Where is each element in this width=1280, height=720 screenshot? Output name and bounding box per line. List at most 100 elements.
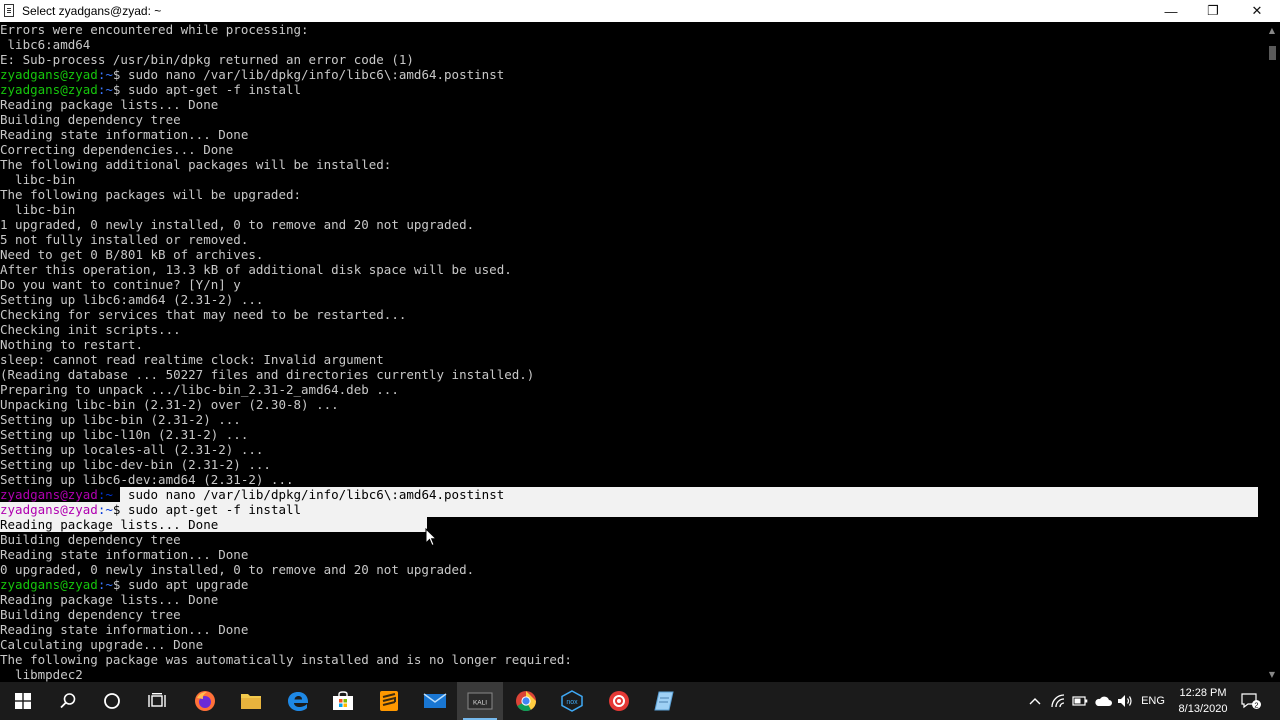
prompt-user: zyadgans@zyad: [0, 82, 98, 97]
kali-app[interactable]: KALI: [457, 682, 503, 720]
terminal-line: libc6:amd64: [0, 37, 1264, 52]
terminal-prompt-line: zyadgans@zyad:~$ sudo apt upgrade: [0, 577, 1264, 592]
terminal-line: Reading state information... Done: [0, 127, 1264, 142]
input-language-indicator[interactable]: ENG: [1138, 692, 1168, 710]
console-app-icon: [4, 4, 14, 17]
output-text: libmpdec2: [0, 667, 83, 682]
recorder-app[interactable]: [596, 682, 642, 720]
cortana-button[interactable]: [89, 682, 135, 720]
volume-icon[interactable]: [1117, 692, 1133, 710]
prompt-user: zyadgans@zyad: [0, 487, 98, 502]
edge-app[interactable]: [275, 682, 321, 720]
terminal-line: Nothing to restart.: [0, 337, 1264, 352]
terminal-line: 5 not fully installed or removed.: [0, 232, 1264, 247]
output-text: Setting up locales-all (2.31-2) ...: [0, 442, 264, 457]
search-button[interactable]: [45, 682, 91, 720]
output-text: Reading state information... Done: [0, 547, 249, 562]
notepad-icon: [654, 691, 674, 711]
output-text: The following packages will be upgraded:: [0, 187, 302, 202]
firefox-app[interactable]: [182, 682, 228, 720]
system-clock[interactable]: 12:28 PM 8/13/2020: [1172, 685, 1234, 717]
terminal-line: Building dependency tree: [0, 532, 1264, 547]
battery-icon[interactable]: [1072, 692, 1088, 710]
output-text: Setting up libc-dev-bin (2.31-2) ...: [0, 457, 271, 472]
folder-icon: [241, 694, 261, 709]
terminal-line: sleep: cannot read realtime clock: Inval…: [0, 352, 1264, 367]
svg-text:nox: nox: [566, 699, 578, 706]
file-explorer-app[interactable]: [228, 682, 274, 720]
vertical-scrollbar[interactable]: ▲ ▼: [1264, 22, 1280, 682]
minimize-button[interactable]: —: [1148, 0, 1194, 22]
output-text: 1 upgraded, 0 newly installed, 0 to remo…: [0, 217, 475, 232]
terminal-line: libmpdec2: [0, 667, 1264, 682]
output-text: Reading package lists... Done: [0, 592, 219, 607]
store-icon: [333, 691, 353, 710]
show-hidden-icons-chevron-icon[interactable]: [1027, 692, 1043, 710]
prompt-path: :~: [97, 67, 113, 82]
scroll-down-arrow-icon[interactable]: ▼: [1264, 666, 1280, 682]
chrome-icon: [516, 691, 537, 712]
window-title-bar[interactable]: Select zyadgans@zyad: ~ — ❐ ✕: [0, 0, 1280, 22]
firefox-icon: [195, 691, 215, 711]
output-text: Building dependency tree: [0, 607, 181, 622]
chrome-app[interactable]: [503, 682, 549, 720]
terminal-line: After this operation, 13.3 kB of additio…: [0, 262, 1264, 277]
onedrive-cloud-icon[interactable]: [1094, 692, 1112, 710]
output-text: (Reading database ... 50227 files and di…: [0, 367, 535, 382]
output-text: Setting up libc6-dev:amd64 (2.31-2) ...: [0, 472, 294, 487]
command-text: $ sudo apt-get -f install: [112, 502, 302, 517]
prompt-user: zyadgans@zyad: [0, 67, 98, 82]
edge-icon: [288, 692, 309, 711]
output-text: The following package was automatically …: [0, 652, 572, 667]
wifi-icon[interactable]: [1050, 692, 1066, 710]
output-text: Building dependency tree: [0, 112, 181, 127]
output-text: Setting up libc6:amd64 (2.31-2) ...: [0, 292, 264, 307]
kali-icon: KALI: [467, 692, 493, 710]
terminal-line: Reading package lists... Done: [0, 517, 1264, 532]
terminal-output[interactable]: Errors were encountered while processing…: [0, 22, 1264, 682]
notes-app[interactable]: [641, 682, 687, 720]
output-text: Preparing to unpack .../libc-bin_2.31-2_…: [0, 382, 399, 397]
task-view-button[interactable]: [134, 682, 180, 720]
terminal-line: Reading package lists... Done: [0, 97, 1264, 112]
output-text: Correcting dependencies... Done: [0, 142, 234, 157]
terminal-line: Reading state information... Done: [0, 622, 1264, 637]
nox-app[interactable]: nox: [549, 682, 595, 720]
scroll-up-arrow-icon[interactable]: ▲: [1264, 22, 1280, 38]
output-text: Reading state information... Done: [0, 622, 249, 637]
terminal-line: Need to get 0 B/801 kB of archives.: [0, 247, 1264, 262]
close-button[interactable]: ✕: [1234, 0, 1280, 22]
terminal-line: Reading package lists... Done: [0, 592, 1264, 607]
output-text: Checking for services that may need to b…: [0, 307, 407, 322]
output-text: libc6:amd64: [0, 37, 91, 52]
prompt-path: :~: [97, 487, 113, 502]
output-text: Unpacking libc-bin (2.31-2) over (2.30-8…: [0, 397, 339, 412]
prompt-user: zyadgans@zyad: [0, 502, 98, 517]
sublime-app[interactable]: [366, 682, 412, 720]
terminal-line: The following additional packages will b…: [0, 157, 1264, 172]
cortana-icon: [104, 693, 120, 709]
output-text: Need to get 0 B/801 kB of archives.: [0, 247, 264, 262]
start-button[interactable]: [0, 682, 46, 720]
taskbar: KALI nox ENG 12:28 PM 8/13/2020 2: [0, 682, 1280, 720]
terminal-line: Errors were encountered while processing…: [0, 22, 1264, 37]
store-app[interactable]: [320, 682, 366, 720]
mail-app[interactable]: [412, 682, 458, 720]
restore-button[interactable]: ❐: [1190, 0, 1236, 22]
terminal-line: Building dependency tree: [0, 607, 1264, 622]
output-text: Building dependency tree: [0, 532, 181, 547]
command-text: $ sudo apt-get -f install: [112, 82, 302, 97]
terminal-line: 1 upgraded, 0 newly installed, 0 to remo…: [0, 217, 1264, 232]
output-text: Do you want to continue? [Y/n] y: [0, 277, 241, 292]
terminal-prompt-line: zyadgans@zyad:~$ sudo nano /var/lib/dpkg…: [0, 67, 1264, 82]
prompt-path: :~: [97, 82, 113, 97]
scrollbar-thumb[interactable]: [1269, 46, 1276, 60]
output-text: sleep: cannot read realtime clock: Inval…: [0, 352, 384, 367]
terminal-line: Setting up libc-dev-bin (2.31-2) ...: [0, 457, 1264, 472]
terminal-line: (Reading database ... 50227 files and di…: [0, 367, 1264, 382]
output-text: The following additional packages will b…: [0, 157, 392, 172]
terminal-line: Calculating upgrade... Done: [0, 637, 1264, 652]
output-text: Reading state information... Done: [0, 127, 249, 142]
action-center-button[interactable]: 2: [1240, 692, 1262, 710]
terminal-line: The following package was automatically …: [0, 652, 1264, 667]
